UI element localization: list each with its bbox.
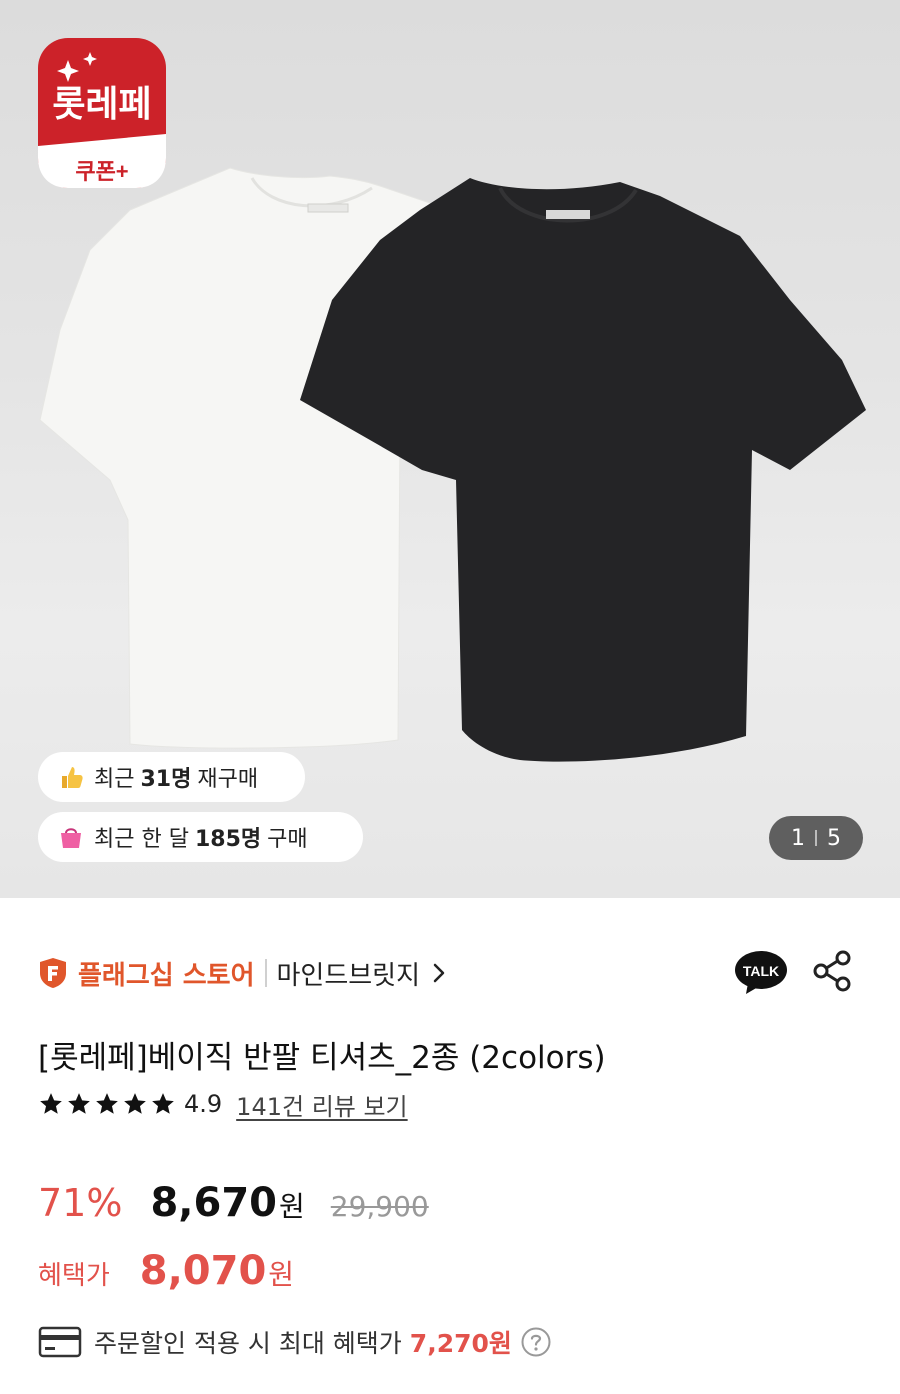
product-image-carousel[interactable]: 롯레페 쿠폰+ 최근 31명 재구매 최근 한 달 185명 구매 1 5 [0, 0, 900, 898]
image-pager: 1 5 [769, 816, 863, 860]
help-icon[interactable] [520, 1326, 552, 1358]
product-title: [롯레페]베이직 반팔 티셔츠_2종 (2colors) [38, 1040, 606, 1076]
rating-value: 4.9 [184, 1090, 223, 1118]
rating-stars [38, 1091, 176, 1117]
brand-name: 마인드브릿지 [276, 960, 421, 991]
thumbs-up-icon [62, 767, 83, 788]
pager-separator [815, 830, 817, 846]
review-link[interactable]: 141건 리뷰 보기 [236, 1087, 407, 1122]
shopping-bag-icon [61, 828, 81, 848]
original-price: 29,900 [330, 1190, 429, 1223]
badge-coupon-text: 쿠폰+ [75, 159, 128, 184]
badge-brand-text: 롯레페 [52, 83, 151, 124]
star-icon [40, 1093, 62, 1114]
sale-price: 8,670 [150, 1180, 277, 1226]
coupon-info-row: 주문할인 적용 시 최대 혜택가 7,270원 [38, 1320, 552, 1364]
benefit-price-row: 혜택가 8,070 원 [38, 1248, 294, 1302]
star-icon [68, 1093, 90, 1114]
pill-prefix: 최근 한 달 [94, 827, 189, 852]
price-row: 71% 8,670 원 29,900 [38, 1180, 429, 1234]
benefit-currency: 원 [268, 1258, 295, 1291]
flagship-store-icon [40, 958, 66, 988]
benefit-label: 혜택가 [38, 1261, 110, 1291]
sale-currency: 원 [279, 1190, 305, 1223]
talk-label: TALK [743, 963, 779, 979]
lotte-coupon-badge-icon: 롯레페 쿠폰+ [38, 38, 166, 188]
monthly-purchase-pill: 최근 한 달 185명 구매 [38, 812, 363, 862]
pill-suffix: 재구매 [197, 767, 259, 792]
coupon-text: 주문할인 적용 시 최대 혜택가 [94, 1329, 402, 1358]
repurchase-pill: 최근 31명 재구매 [38, 752, 305, 802]
star-icon [152, 1093, 174, 1114]
store-divider [264, 959, 267, 987]
pill-prefix: 최근 [94, 767, 135, 792]
pager-total: 5 [827, 825, 841, 851]
flagship-label: 플래그십 스토어 [78, 960, 255, 991]
pill-count: 185명 [194, 827, 262, 852]
pill-count: 31명 [140, 767, 192, 792]
card-icon [38, 1326, 82, 1358]
pill-suffix: 구매 [267, 827, 308, 852]
benefit-price: 8,070 [139, 1248, 267, 1294]
rating-row: 4.9 141건 리뷰 보기 [38, 1086, 408, 1122]
discount-rate: 71% [38, 1181, 123, 1225]
share-icon[interactable] [810, 948, 854, 994]
star-icon [96, 1093, 118, 1114]
star-icon [124, 1093, 146, 1114]
coupon-max-price: 7,270원 [409, 1329, 512, 1358]
pager-current: 1 [791, 825, 805, 851]
chevron-right-icon [433, 963, 445, 983]
talk-icon[interactable]: TALK [734, 950, 788, 996]
